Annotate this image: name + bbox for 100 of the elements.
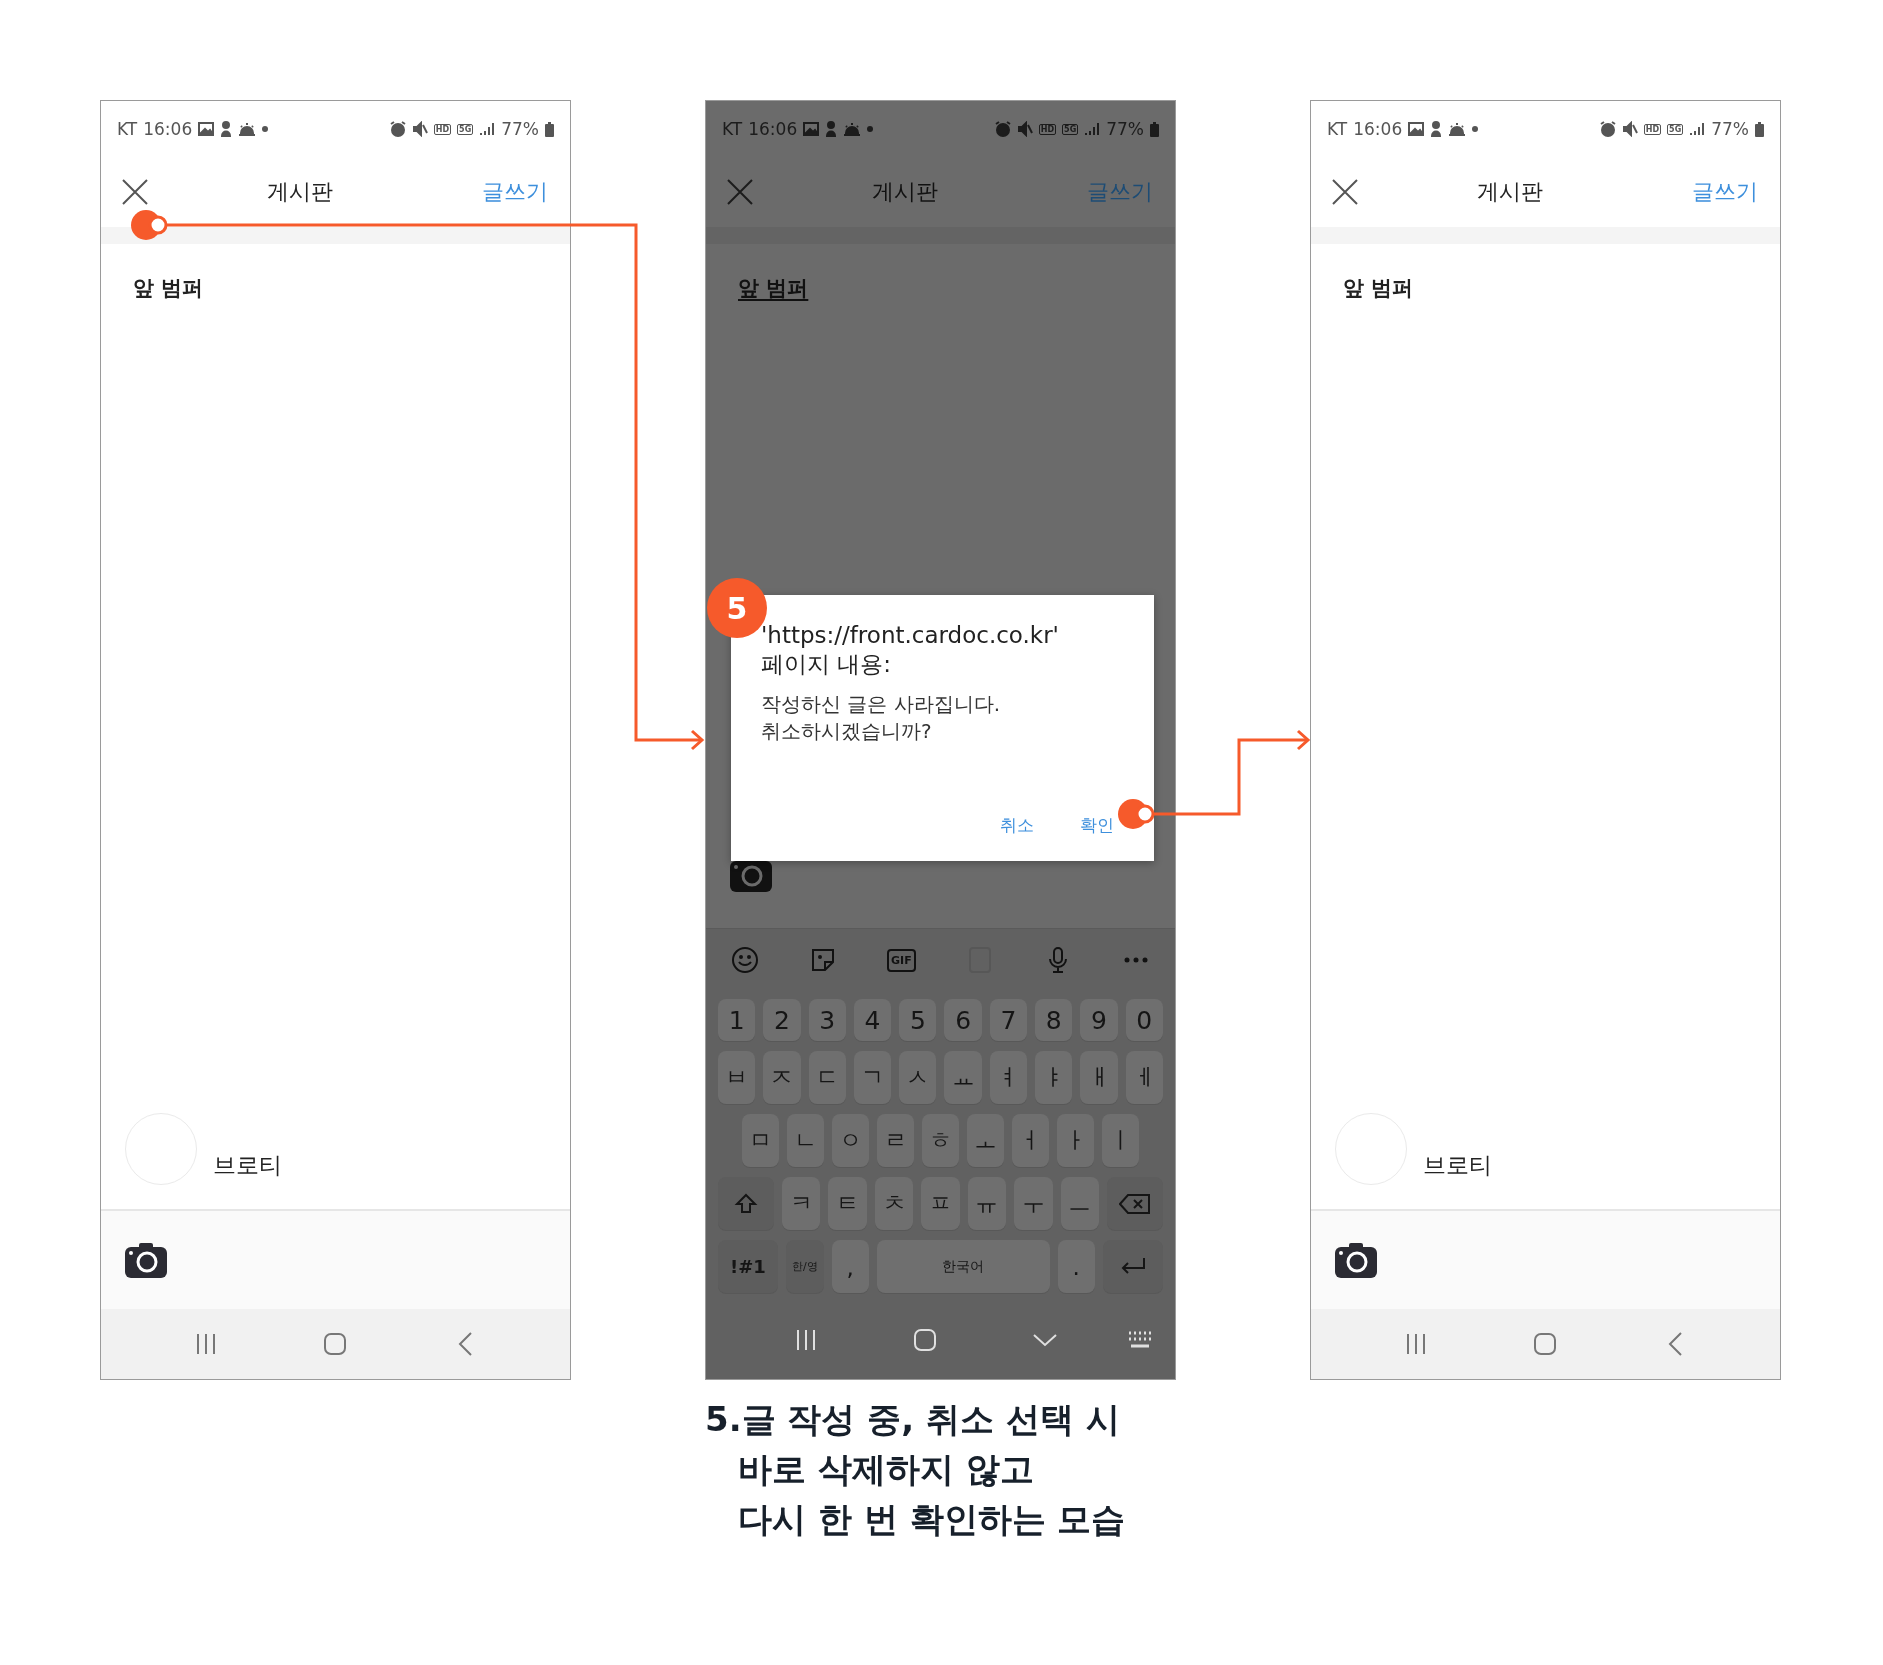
keyboard-key[interactable]: ㅛ [944, 1051, 982, 1104]
keyboard-key[interactable]: 4 [853, 999, 892, 1041]
close-icon[interactable] [1331, 178, 1359, 206]
keyboard-key[interactable]: ㅕ [989, 1051, 1028, 1104]
network-badge: 5G [457, 123, 474, 135]
author-name: 브로티 [213, 1151, 282, 1180]
dialog-message: 작성하신 글은 사라집니다. [761, 691, 1002, 718]
keyboard-key[interactable]: ㅐ [1080, 1051, 1118, 1104]
keyboard-key[interactable]: 7 [989, 999, 1028, 1041]
mute-icon [1621, 121, 1638, 137]
hd-badge: HD [1038, 123, 1057, 135]
recent-apps-icon[interactable] [194, 1332, 217, 1356]
keyboard-key[interactable]: 2 [763, 999, 801, 1041]
figure-icon [1430, 121, 1443, 137]
keyboard-key[interactable]: 한국어 [877, 1240, 1050, 1293]
sunrise-icon [843, 122, 862, 136]
keyboard-key[interactable]: ㅓ [1012, 1114, 1049, 1167]
keyboard-key[interactable]: ㅡ [1060, 1177, 1100, 1230]
dialog-button[interactable]: 취소 [1000, 814, 1034, 837]
keyboard-key[interactable] [1107, 1177, 1163, 1230]
keyboard-key[interactable]: ㅅ [899, 1051, 937, 1104]
keyboard-key[interactable] [718, 1177, 774, 1230]
keyboard-key[interactable]: 6 [944, 999, 982, 1041]
microphone-icon[interactable] [1047, 946, 1068, 974]
keyboard-key[interactable]: , [831, 1240, 869, 1293]
keyboard-key[interactable] [1103, 1240, 1163, 1293]
alarm-icon [1599, 121, 1616, 137]
keyboard-key[interactable]: ㅇ [832, 1114, 869, 1167]
keyboard-key[interactable]: ㅗ [967, 1114, 1004, 1167]
author-name: 브로티 [1423, 1151, 1492, 1180]
keyboard-key[interactable]: ㅊ [874, 1177, 914, 1230]
keyboard-key[interactable]: ㅜ [1014, 1177, 1053, 1230]
back-icon[interactable] [1667, 1331, 1684, 1357]
keyboard-key[interactable]: ㄱ [853, 1051, 892, 1104]
recent-apps-icon[interactable] [1404, 1332, 1427, 1356]
gif-button[interactable]: GIF [887, 948, 916, 972]
back-icon[interactable] [457, 1331, 474, 1357]
keyboard-key[interactable]: ㅌ [828, 1177, 867, 1230]
caption-line: 바로 삭제하지 않고 [737, 1448, 1034, 1491]
dialog-message: 취소하시겠습니까? [761, 718, 933, 745]
keyboard-key[interactable]: !#1 [718, 1240, 778, 1293]
mute-icon [1016, 121, 1033, 137]
keyboard-key[interactable]: 9 [1080, 999, 1118, 1041]
dot-icon [262, 126, 269, 132]
keyboard-key[interactable]: ㄹ [877, 1114, 914, 1167]
mute-icon [411, 121, 428, 137]
keyboard-key[interactable]: ㅏ [1057, 1114, 1094, 1167]
post-title: 앞 범퍼 [133, 275, 204, 302]
header-title: 게시판 [266, 178, 333, 206]
clock-time: 16:06 [748, 119, 798, 139]
keyboard-key[interactable]: ㅠ [967, 1177, 1007, 1230]
keyboard-key[interactable]: 8 [1035, 999, 1073, 1041]
carrier-label: KT [722, 119, 743, 139]
more-icon[interactable] [1123, 957, 1148, 963]
image-icon [803, 122, 820, 136]
recent-apps-icon[interactable] [794, 1328, 817, 1352]
keyboard-key[interactable]: 0 [1125, 999, 1163, 1041]
home-icon[interactable] [323, 1332, 348, 1356]
clock-time: 16:06 [1353, 119, 1403, 139]
header-title: 게시판 [1476, 178, 1543, 206]
close-icon[interactable] [726, 178, 754, 206]
keyboard-key[interactable]: . [1057, 1240, 1095, 1293]
battery-icon [1755, 121, 1764, 137]
post-title: 앞 범퍼 [738, 275, 809, 302]
keyboard-key[interactable]: ㅣ [1102, 1114, 1139, 1167]
keyboard-key[interactable]: ㅑ [1035, 1051, 1073, 1104]
header-title: 게시판 [871, 178, 938, 206]
home-icon[interactable] [1533, 1332, 1558, 1356]
keyboard-key[interactable]: ㅔ [1125, 1051, 1163, 1104]
write-button[interactable]: 글쓰기 [482, 177, 548, 207]
keyboard-key[interactable]: ㄷ [808, 1051, 846, 1104]
battery-level: 77% [1711, 119, 1749, 139]
camera-icon[interactable] [1335, 1242, 1377, 1278]
emoji-icon[interactable] [731, 946, 760, 974]
network-badge: 5G [1062, 123, 1079, 135]
chevron-down-icon[interactable] [1032, 1332, 1059, 1348]
dialog-button[interactable]: 확인 [1080, 814, 1114, 837]
caption-line: 다시 한 번 확인하는 모습 [737, 1498, 1126, 1541]
keyboard-key[interactable]: ㅁ [742, 1114, 779, 1167]
keyboard-key[interactable]: 1 [718, 999, 756, 1041]
sunrise-icon [1448, 122, 1467, 136]
keyboard-key[interactable]: ㅂ [718, 1051, 756, 1104]
caption-line: 5.글 작성 중, 취소 선택 시 [705, 1398, 1120, 1441]
keyboard-key[interactable]: ㅎ [922, 1114, 959, 1167]
camera-icon[interactable] [125, 1242, 167, 1278]
battery-level: 77% [501, 119, 539, 139]
keyboard-key[interactable]: 3 [808, 999, 846, 1041]
keyboard-icon[interactable] [1127, 1330, 1153, 1350]
close-icon[interactable] [121, 178, 149, 206]
keyboard-key[interactable]: ㅋ [781, 1177, 821, 1230]
hd-badge: HD [433, 123, 452, 135]
figure-icon [220, 121, 233, 137]
alarm-icon [389, 121, 406, 137]
keyboard-key[interactable]: ㄴ [787, 1114, 824, 1167]
write-button[interactable]: 글쓰기 [1692, 177, 1758, 207]
keyboard-key[interactable]: 5 [899, 999, 937, 1041]
keyboard-key[interactable]: ㅈ [763, 1051, 801, 1104]
keyboard-key[interactable]: 한/영 [786, 1240, 824, 1293]
keyboard-key[interactable]: ㅍ [921, 1177, 960, 1230]
dot-icon [1472, 126, 1479, 132]
